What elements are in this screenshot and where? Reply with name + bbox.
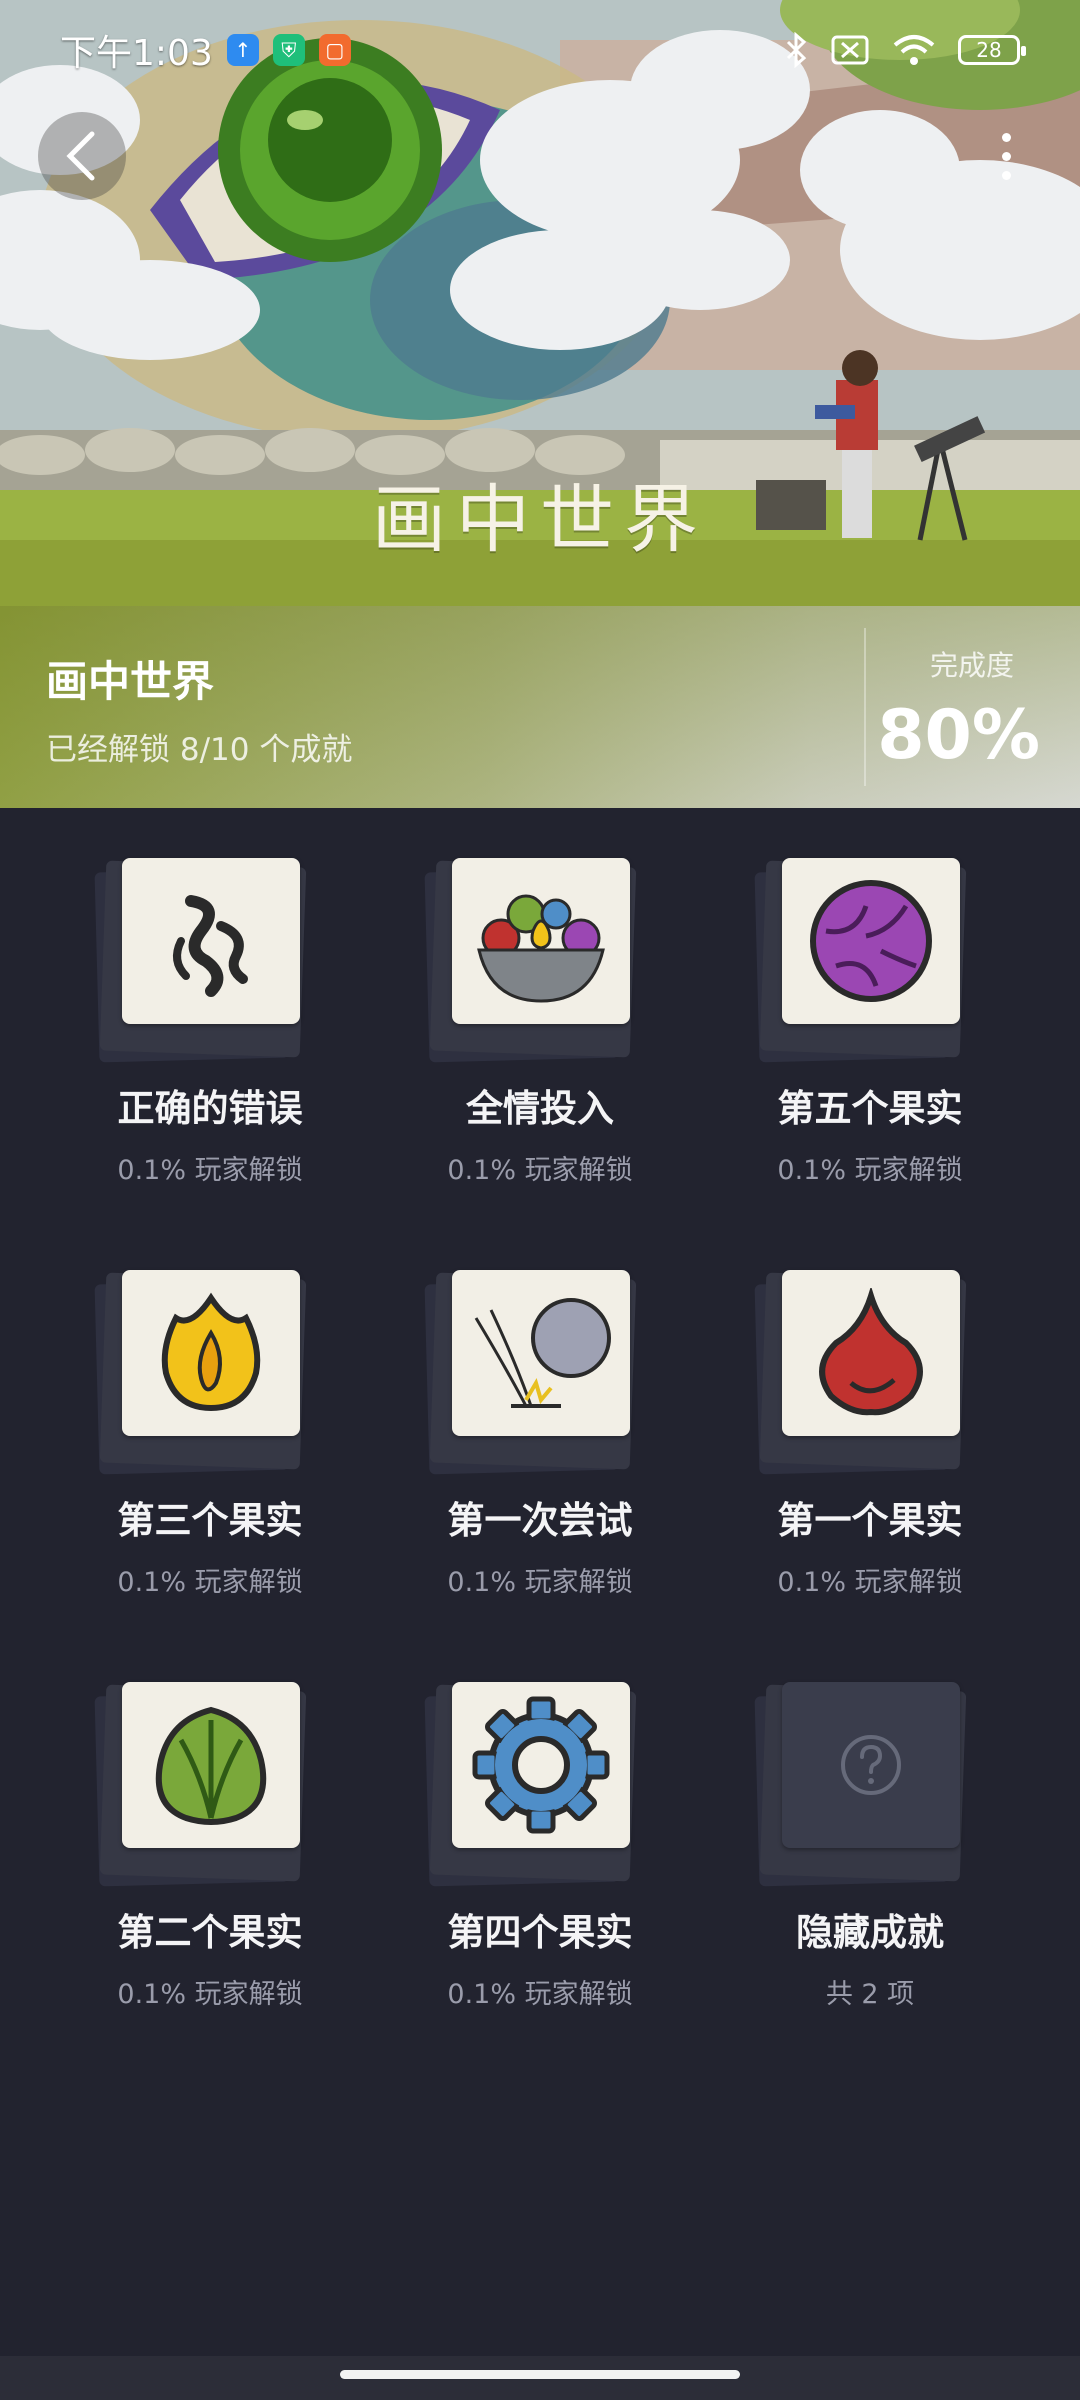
- achievement-name: 第一个果实: [777, 1499, 963, 1542]
- achievement-rate: 0.1% 玩家解锁: [447, 1979, 633, 2010]
- more-dot-icon: [1001, 151, 1011, 161]
- achievement-badge: [122, 1682, 300, 1848]
- shield-app-icon: ⛨: [272, 34, 305, 66]
- battery-level: 28: [976, 38, 1002, 62]
- hero-title: 画中世界: [372, 477, 708, 563]
- question-mark-icon: [841, 1735, 901, 1795]
- more-options-button[interactable]: [970, 112, 1042, 200]
- divider: [864, 628, 866, 786]
- upload-app-icon: ↑: [226, 34, 259, 66]
- completion-label: 完成度: [929, 649, 1014, 682]
- achievement-rate: 0.1% 玩家解锁: [447, 1567, 633, 1598]
- bluetooth-icon: [786, 32, 807, 68]
- thrown-stone-icon: [474, 1298, 611, 1408]
- achievement-badge: [782, 1682, 960, 1848]
- hidden-achievements-item[interactable]: 隐藏成就 共 2 项: [705, 1682, 1035, 2052]
- achievement-item[interactable]: 第二个果实 0.1% 玩家解锁: [45, 1682, 375, 2052]
- flame-fruit-icon: [161, 1292, 261, 1412]
- achievement-item[interactable]: 全情投入 0.1% 玩家解锁: [375, 858, 705, 1228]
- achievement-grid: 正确的错误 0.1% 玩家解锁 全情投入 0.1% 玩家解锁 第五个果实 0.1…: [0, 808, 1080, 2052]
- achievement-name: 全情投入: [466, 1087, 614, 1130]
- achievement-item[interactable]: 第四个果实 0.1% 玩家解锁: [375, 1682, 705, 2052]
- chevron-left-icon: [66, 131, 95, 181]
- completion-value: 80%: [877, 696, 1040, 775]
- status-bar: 下午1:03 ↑ ⛨ ▢ 28: [0, 0, 1080, 100]
- achievement-name: 第五个果实: [777, 1087, 963, 1130]
- squiggle-glyph-icon: [173, 895, 248, 997]
- achievement-rate: 0.1% 玩家解锁: [447, 1155, 633, 1186]
- achievement-rate: 0.1% 玩家解锁: [777, 1567, 963, 1598]
- achievement-badge: [782, 1270, 960, 1436]
- achievement-badge: [122, 1270, 300, 1436]
- achievement-rate: 0.1% 玩家解锁: [117, 1155, 303, 1186]
- achievement-badge: [122, 858, 300, 1024]
- gear-fruit-icon: [472, 1696, 610, 1834]
- game-info-panel: 画中世界 已经解锁 8/10 个成就 完成度 80%: [0, 606, 1080, 808]
- battery-icon: 28: [958, 35, 1026, 65]
- hidden-count: 共 2 项: [825, 1979, 915, 2010]
- achievement-badge: [452, 1270, 630, 1436]
- shop-app-icon: ▢: [318, 34, 351, 66]
- wifi-icon: [893, 35, 935, 65]
- red-fruit-icon: [819, 1288, 923, 1416]
- unlock-summary: 已经解锁 8/10 个成就: [46, 732, 353, 768]
- fruit-bowl-icon: [477, 894, 605, 1003]
- back-button[interactable]: [38, 112, 126, 200]
- sim-icon: [831, 35, 869, 65]
- achievement-item[interactable]: 第一次尝试 0.1% 玩家解锁: [375, 1270, 705, 1640]
- green-leaf-fruit-icon: [155, 1706, 267, 1825]
- achievement-item[interactable]: 第一个果实 0.1% 玩家解锁: [705, 1270, 1035, 1640]
- achievement-badge: [452, 1682, 630, 1848]
- achievement-item[interactable]: 第五个果实 0.1% 玩家解锁: [705, 858, 1035, 1228]
- achievement-rate: 0.1% 玩家解锁: [777, 1155, 963, 1186]
- achievement-name: 第一次尝试: [447, 1499, 633, 1542]
- status-time: 下午1:03: [60, 33, 213, 74]
- achievement-name: 正确的错误: [117, 1087, 303, 1130]
- more-dot-icon: [1001, 132, 1011, 142]
- achievement-badge: [782, 858, 960, 1024]
- achievement-name: 第四个果实: [447, 1911, 633, 1954]
- achievement-name: 隐藏成就: [796, 1911, 944, 1954]
- home-indicator[interactable]: [340, 2370, 740, 2379]
- status-icons: 28: [784, 32, 1026, 68]
- purple-fruit-icon: [810, 880, 932, 1002]
- achievement-item[interactable]: 正确的错误 0.1% 玩家解锁: [45, 858, 375, 1228]
- achievement-rate: 0.1% 玩家解锁: [117, 1567, 303, 1598]
- achievement-item[interactable]: 第三个果实 0.1% 玩家解锁: [45, 1270, 375, 1640]
- achievement-badge: [452, 858, 630, 1024]
- achievement-name: 第二个果实: [117, 1911, 303, 1954]
- achievement-name: 第三个果实: [117, 1499, 303, 1542]
- achievement-rate: 0.1% 玩家解锁: [117, 1979, 303, 2010]
- game-name: 画中世界: [46, 657, 215, 706]
- more-dot-icon: [1001, 170, 1011, 180]
